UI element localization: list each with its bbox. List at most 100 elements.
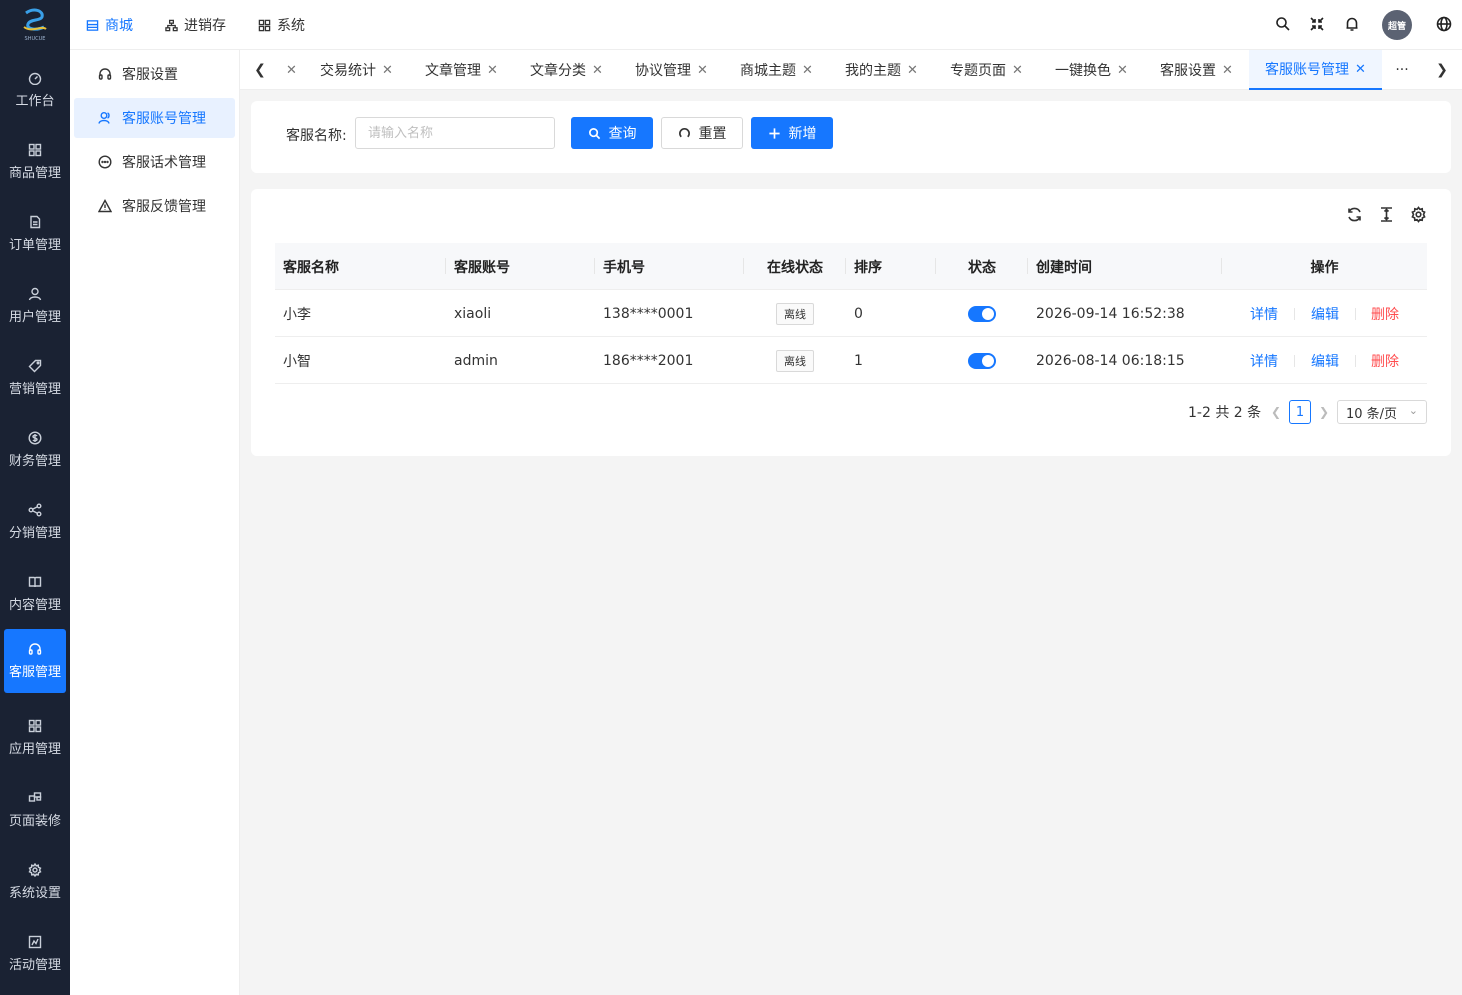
col-header-phone[interactable]: 手机号 (603, 243, 744, 290)
close-icon[interactable]: ✕ (487, 63, 498, 78)
pagination-next[interactable]: ❯ (1313, 400, 1335, 424)
brand-logo[interactable]: SHUCUE (0, 0, 70, 50)
rail-item-system-settings[interactable]: 系统设置 (4, 850, 66, 914)
rail-item-distribution[interactable]: 分销管理 (4, 490, 66, 554)
close-icon[interactable]: ✕ (802, 63, 813, 78)
rail-item-label: 商品管理 (8, 166, 61, 181)
tab-articles[interactable]: 文章管理 ✕ (425, 50, 498, 90)
tab-agreements[interactable]: 协议管理 ✕ (635, 50, 708, 90)
fullscreen-icon (1310, 17, 1324, 31)
tab-service-settings[interactable]: 客服设置 ✕ (1160, 50, 1233, 90)
close-icon[interactable]: ✕ (907, 63, 918, 78)
chevron-left-icon: ❮ (1270, 405, 1282, 419)
col-header-online[interactable]: 在线状态 (744, 243, 846, 290)
cell-online: 离线 (744, 337, 846, 384)
rail-item-dashboard[interactable]: 工作台 (4, 58, 66, 122)
col-header-sort[interactable]: 排序 (854, 243, 936, 290)
page-size-select[interactable]: 10 条/页 ⌄ (1337, 400, 1427, 424)
tab-my-themes[interactable]: 我的主题 ✕ (845, 50, 918, 90)
delete-link[interactable]: 删除 (1371, 337, 1399, 384)
cell-phone: 186****2001 (603, 352, 694, 369)
rail-item-content[interactable]: 内容管理 (4, 562, 66, 626)
close-icon[interactable]: ✕ (592, 63, 603, 78)
reset-button[interactable]: 重置 (661, 117, 743, 149)
cell-status (936, 337, 1028, 384)
status-toggle[interactable] (968, 352, 996, 369)
tab-article-categories[interactable]: 文章分类 ✕ (530, 50, 603, 90)
pagination-prev[interactable]: ❮ (1265, 400, 1287, 424)
refresh-button[interactable] (1346, 206, 1364, 224)
table-row: 小李 xiaoli 138****0001 离线 0 2026-09-14 16… (275, 290, 1427, 337)
tab-service-accounts[interactable]: 客服账号管理 ✕ (1249, 50, 1382, 90)
name-filter-input[interactable] (355, 117, 555, 149)
col-header-created[interactable]: 创建时间 (1036, 243, 1222, 290)
rail-item-activities[interactable]: 活动管理 (4, 922, 66, 986)
language-button[interactable] (1436, 16, 1454, 34)
tab-label: 一键换色 (1055, 63, 1111, 79)
rail-item-apps[interactable]: 应用管理 (4, 706, 66, 770)
query-button[interactable]: 查询 (571, 117, 653, 149)
rail-item-label: 内容管理 (8, 598, 61, 613)
edit-link[interactable]: 编辑 (1311, 337, 1339, 384)
pagination-page-1[interactable]: 1 (1289, 400, 1311, 424)
col-header-status[interactable]: 状态 (936, 243, 1028, 290)
pagination-summary: 1-2 共 2 条 (1188, 405, 1262, 421)
rail-item-label: 活动管理 (8, 958, 61, 973)
tabs-more-button[interactable]: ··· (1392, 60, 1412, 80)
rail-item-marketing[interactable]: 营销管理 (4, 346, 66, 410)
notifications-button[interactable] (1344, 16, 1362, 34)
search-button[interactable] (1275, 16, 1293, 34)
close-icon[interactable]: ✕ (382, 63, 393, 78)
edit-link[interactable]: 编辑 (1311, 290, 1339, 337)
subnav-service-scripts[interactable]: 客服话术管理 (74, 142, 235, 182)
subnav-service-settings[interactable]: 客服设置 (74, 54, 235, 94)
top-bar: 商城 进销存 系统 超管 (70, 0, 1462, 50)
detail-link[interactable]: 详情 (1250, 290, 1278, 337)
topnav-system[interactable]: 系统 (258, 0, 305, 50)
rail-item-finance[interactable]: 财务管理 (4, 418, 66, 482)
user-avatar[interactable]: 超管 (1382, 10, 1412, 40)
avatar-text: 超管 (1387, 21, 1406, 32)
close-icon[interactable]: ✕ (1355, 62, 1366, 77)
tabs-next-button[interactable]: ❯ (1432, 60, 1452, 80)
rail-item-customer-service[interactable]: 客服管理 (4, 629, 66, 693)
tab-topic-pages[interactable]: 专题页面 ✕ (950, 50, 1023, 90)
col-header-text: 在线状态 (767, 259, 823, 276)
tab-color-switch[interactable]: 一键换色 ✕ (1055, 50, 1128, 90)
warning-icon (98, 199, 112, 213)
detail-link[interactable]: 详情 (1250, 337, 1278, 384)
rail-item-orders[interactable]: 订单管理 (4, 202, 66, 266)
delete-link[interactable]: 删除 (1371, 290, 1399, 337)
subnav-label: 客服话术管理 (122, 155, 206, 171)
rail-item-users[interactable]: 用户管理 (4, 274, 66, 338)
tab-label: 协议管理 (635, 63, 691, 79)
rail-item-products[interactable]: 商品管理 (4, 130, 66, 194)
column-settings-button[interactable] (1410, 206, 1428, 224)
col-header-text: 客服账号 (454, 259, 510, 276)
close-icon[interactable]: ✕ (697, 63, 708, 78)
topnav-inventory[interactable]: 进销存 (165, 0, 226, 50)
topnav-mall[interactable]: 商城 (86, 0, 133, 50)
close-icon[interactable]: ✕ (1117, 63, 1128, 78)
subnav-service-accounts[interactable]: 客服账号管理 (74, 98, 235, 138)
topnav-label: 进销存 (184, 18, 226, 34)
search-panel: 客服名称: 查询 重置 新增 (251, 101, 1451, 173)
close-icon[interactable]: ✕ (286, 63, 297, 78)
tab-hidden-close[interactable]: ✕ (280, 50, 297, 90)
add-button[interactable]: 新增 (751, 117, 833, 149)
tab-trade-stats[interactable]: 交易统计 ✕ (320, 50, 393, 90)
col-header-name[interactable]: 客服名称 (283, 243, 446, 290)
close-icon[interactable]: ✕ (1012, 63, 1023, 78)
subnav-service-feedback[interactable]: 客服反馈管理 (74, 186, 235, 226)
reset-icon (678, 127, 690, 137)
cell-name: 小李 (283, 306, 311, 323)
headset-icon (98, 68, 112, 80)
status-toggle[interactable] (968, 305, 996, 322)
tabs-prev-button[interactable]: ❮ (250, 60, 270, 80)
tab-mall-themes[interactable]: 商城主题 ✕ (740, 50, 813, 90)
fullscreen-button[interactable] (1309, 16, 1327, 34)
density-button[interactable] (1378, 206, 1396, 224)
close-icon[interactable]: ✕ (1222, 63, 1233, 78)
rail-item-page-design[interactable]: 页面装修 (4, 778, 66, 842)
col-header-account[interactable]: 客服账号 (454, 243, 595, 290)
